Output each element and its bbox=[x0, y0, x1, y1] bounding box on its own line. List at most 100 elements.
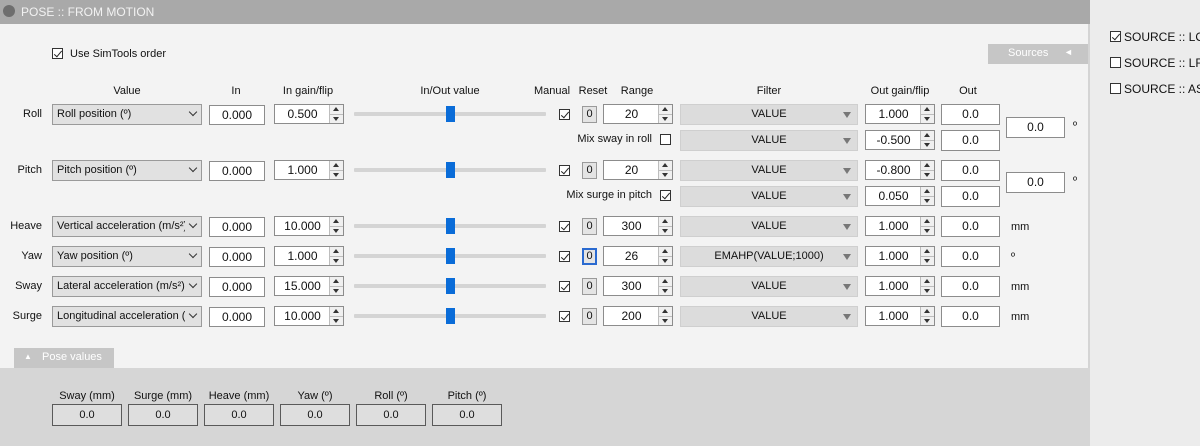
range-value: 200 bbox=[621, 309, 642, 323]
reset-button[interactable]: 0 bbox=[582, 218, 597, 235]
reset-button[interactable]: 0 bbox=[582, 106, 597, 123]
stepper-divider bbox=[659, 286, 672, 287]
source-checkbox[interactable] bbox=[1110, 83, 1121, 94]
inout-slider-thumb[interactable] bbox=[445, 162, 455, 178]
value-source-select[interactable]: Yaw position (º) bbox=[52, 246, 202, 267]
pose-values-tab[interactable]: ▲ Pose values bbox=[14, 348, 114, 368]
window-title: POSE :: FROM MOTION bbox=[21, 5, 155, 19]
reset-button[interactable]: 0 bbox=[582, 162, 597, 179]
mix-out-gain-stepper[interactable]: 0.050 bbox=[865, 186, 935, 206]
in-gain-stepper[interactable]: 10.000 bbox=[274, 216, 344, 236]
mix-filter-select[interactable]: VALUE bbox=[680, 186, 858, 207]
inout-slider-thumb[interactable] bbox=[445, 308, 455, 324]
range-stepper[interactable]: 300 bbox=[603, 276, 673, 296]
in-gain-stepper[interactable]: 1.000 bbox=[274, 160, 344, 180]
inout-slider-thumb[interactable] bbox=[445, 248, 455, 264]
manual-checkbox[interactable] bbox=[559, 221, 570, 232]
in-gain-stepper[interactable]: 1.000 bbox=[274, 246, 344, 266]
mix-checkbox[interactable] bbox=[660, 134, 671, 145]
dropdown-arrow-icon bbox=[843, 284, 851, 290]
header-in-gain: In gain/flip bbox=[282, 85, 334, 97]
mix-filter-select[interactable]: VALUE bbox=[680, 130, 858, 151]
dropdown-arrow-icon bbox=[843, 194, 851, 200]
in-value-field: 0.000 bbox=[209, 307, 265, 327]
value-source-select[interactable]: Vertical acceleration (m/s²) bbox=[52, 216, 202, 237]
value-source-text: Roll position (º) bbox=[57, 108, 132, 120]
value-source-select[interactable]: Lateral acceleration (m/s²) bbox=[52, 276, 202, 297]
out-gain-stepper[interactable]: 1.000 bbox=[865, 216, 935, 236]
in-gain-stepper[interactable]: 0.500 bbox=[274, 104, 344, 124]
title-bar: POSE :: FROM MOTION bbox=[0, 0, 1090, 24]
mix-checkbox[interactable] bbox=[660, 190, 671, 201]
dropdown-arrow-icon bbox=[843, 112, 851, 118]
in-gain-value: 0.500 bbox=[287, 107, 318, 121]
header-manual: Manual bbox=[533, 85, 571, 97]
sources-tab[interactable]: Sources ◄ bbox=[988, 44, 1088, 64]
filter-select[interactable]: VALUE bbox=[680, 104, 858, 125]
mix-out-gain-stepper[interactable]: -0.500 bbox=[865, 130, 935, 150]
value-source-select[interactable]: Roll position (º) bbox=[52, 104, 202, 125]
out-value-field: 0.0 bbox=[941, 246, 1000, 267]
stepper-divider bbox=[659, 316, 672, 317]
out-gain-stepper[interactable]: 1.000 bbox=[865, 276, 935, 296]
reset-button[interactable]: 0 bbox=[582, 308, 597, 325]
filter-select[interactable]: VALUE bbox=[680, 216, 858, 237]
range-stepper[interactable]: 300 bbox=[603, 216, 673, 236]
filter-select[interactable]: VALUE bbox=[680, 160, 858, 181]
out-gain-value: 1.000 bbox=[878, 309, 909, 323]
filter-select[interactable]: VALUE bbox=[680, 306, 858, 327]
manual-checkbox[interactable] bbox=[559, 109, 570, 120]
pose-value-field: 0.0 bbox=[432, 404, 502, 426]
range-stepper[interactable]: 20 bbox=[603, 160, 673, 180]
inout-slider-thumb[interactable] bbox=[445, 218, 455, 234]
value-source-select[interactable]: Longitudinal acceleration (r bbox=[52, 306, 202, 327]
filter-value: VALUE bbox=[751, 280, 787, 292]
manual-checkbox[interactable] bbox=[559, 281, 570, 292]
manual-checkbox[interactable] bbox=[559, 311, 570, 322]
pose-value-label: Surge (mm) bbox=[133, 390, 193, 402]
source-checkbox[interactable] bbox=[1110, 31, 1121, 42]
in-gain-stepper[interactable]: 15.000 bbox=[274, 276, 344, 296]
pose-value-field: 0.0 bbox=[204, 404, 274, 426]
out-gain-stepper[interactable]: 1.000 bbox=[865, 104, 935, 124]
reset-button[interactable]: 0 bbox=[582, 278, 597, 295]
in-gain-stepper[interactable]: 10.000 bbox=[274, 306, 344, 326]
in-gain-value: 10.000 bbox=[284, 219, 321, 233]
pose-values-expand-icon: ▲ bbox=[24, 352, 32, 361]
use-simtools-order-checkbox[interactable] bbox=[52, 48, 63, 59]
mix-filter-value: VALUE bbox=[751, 134, 787, 146]
filter-select[interactable]: VALUE bbox=[680, 276, 858, 297]
manual-checkbox[interactable] bbox=[559, 165, 570, 176]
source-label: SOURCE :: LOC bbox=[1124, 30, 1200, 44]
reset-button[interactable]: 0 bbox=[582, 248, 597, 265]
out-gain-value: -0.800 bbox=[876, 163, 911, 177]
range-value: 300 bbox=[621, 219, 642, 233]
manual-checkbox[interactable] bbox=[559, 251, 570, 262]
out-gain-stepper[interactable]: 1.000 bbox=[865, 246, 935, 266]
filter-select[interactable]: EMAHP(VALUE;1000) bbox=[680, 246, 858, 267]
stepper-divider bbox=[330, 286, 343, 287]
stepper-divider bbox=[330, 114, 343, 115]
pose-values-tab-label: Pose values bbox=[42, 351, 102, 363]
mix-out-gain-value: 0.050 bbox=[878, 189, 909, 203]
inout-slider-thumb[interactable] bbox=[445, 278, 455, 294]
filter-value: EMAHP(VALUE;1000) bbox=[714, 250, 824, 262]
dropdown-arrow-icon bbox=[843, 138, 851, 144]
range-stepper[interactable]: 20 bbox=[603, 104, 673, 124]
out-gain-stepper[interactable]: 1.000 bbox=[865, 306, 935, 326]
pose-value-label: Pitch (º) bbox=[447, 390, 487, 402]
stepper-divider bbox=[921, 286, 934, 287]
range-stepper[interactable]: 200 bbox=[603, 306, 673, 326]
out-gain-stepper[interactable]: -0.800 bbox=[865, 160, 935, 180]
value-source-select[interactable]: Pitch position (º) bbox=[52, 160, 202, 181]
source-checkbox[interactable] bbox=[1110, 57, 1121, 68]
dropdown-arrow-icon bbox=[843, 224, 851, 230]
pose-value-label: Yaw (º) bbox=[297, 390, 333, 402]
filter-value: VALUE bbox=[751, 164, 787, 176]
inout-slider-thumb[interactable] bbox=[445, 106, 455, 122]
range-value: 20 bbox=[624, 163, 639, 177]
filter-value: VALUE bbox=[751, 310, 787, 322]
range-stepper[interactable]: 26 bbox=[603, 246, 673, 266]
source-list: SOURCE :: LOCSOURCE :: LFSSOURCE :: ASS bbox=[1090, 0, 1200, 446]
source-label: SOURCE :: LFS bbox=[1124, 56, 1200, 70]
